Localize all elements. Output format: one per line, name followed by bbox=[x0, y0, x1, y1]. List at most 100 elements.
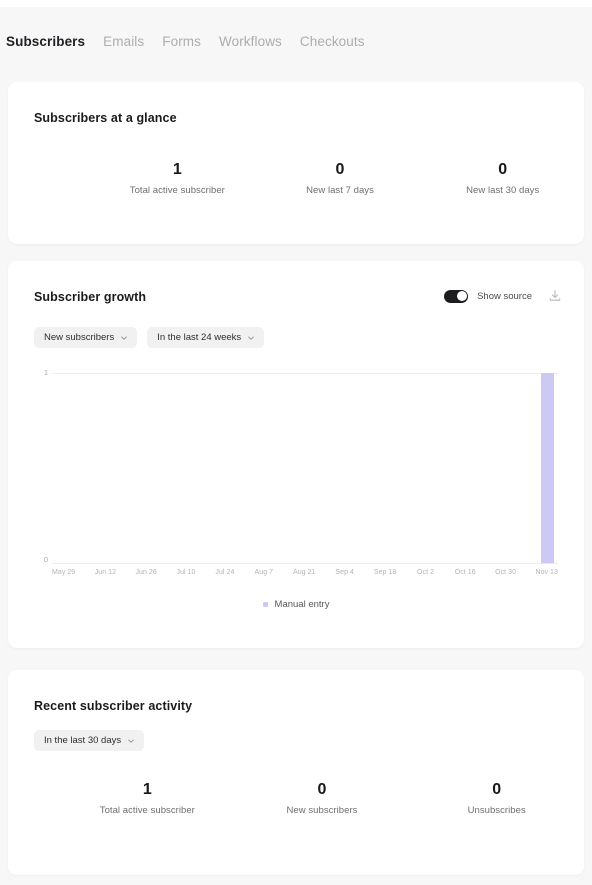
chart-x-tick bbox=[435, 569, 454, 576]
chart-bar-slot bbox=[517, 373, 537, 563]
chart-bar-slot bbox=[335, 373, 355, 563]
y-tick-max: 1 bbox=[43, 368, 48, 377]
card-title-recent: Recent subscriber activity bbox=[34, 699, 193, 713]
chart-x-tick: May 29 bbox=[52, 569, 76, 576]
filter-metric-label: New subscribers bbox=[44, 332, 115, 343]
chart-bar-slot bbox=[457, 373, 477, 563]
chart-bar-slot bbox=[538, 373, 558, 563]
stat-value: 0 bbox=[498, 161, 508, 178]
chart-legend: Manual entry bbox=[8, 599, 584, 610]
chart-x-tick bbox=[235, 569, 254, 576]
chart-bar-slot bbox=[376, 373, 396, 563]
recent-subscriber-activity-card: Recent subscriber activity In the last 3… bbox=[8, 670, 584, 875]
subscriber-growth-card: Subscriber growth Show source New subscr… bbox=[8, 261, 584, 648]
stat-value: 0 bbox=[335, 161, 345, 178]
chart-x-tick bbox=[516, 569, 535, 576]
chart-bar-slot bbox=[497, 373, 517, 563]
chart-bar-slot bbox=[436, 373, 456, 563]
chart-x-tick: Oct 2 bbox=[417, 569, 435, 576]
chart-x-tick: Nov 13 bbox=[535, 569, 558, 576]
recent-timerange-dropdown[interactable]: In the last 30 days bbox=[34, 730, 145, 751]
chart-bar-slot bbox=[234, 373, 254, 563]
chart-bar-slot bbox=[153, 373, 173, 563]
stat-new-last-30-days: 0 New last 30 days bbox=[421, 160, 584, 196]
stat-label: Total active subscriber bbox=[99, 805, 195, 816]
subscriber-growth-chart: 1 0 May 29 Jun 12 Jun 26 Jul 10 Jul 24 Aug 7 A… bbox=[34, 369, 558, 576]
y-tick-min: 0 bbox=[43, 555, 48, 564]
chart-x-tick: Jun 12 bbox=[94, 569, 117, 576]
chart-x-tick bbox=[316, 569, 335, 576]
card-title-growth: Subscriber growth bbox=[34, 290, 147, 304]
chart-x-tick bbox=[116, 569, 135, 576]
chart-plot-area bbox=[52, 373, 558, 564]
growth-header-controls: Show source bbox=[444, 289, 562, 303]
chart-bar-slot bbox=[194, 373, 214, 563]
chart-bar-slot bbox=[315, 373, 335, 563]
stat-new-subscribers: 0 New subscribers bbox=[235, 780, 410, 816]
stat-value: 1 bbox=[172, 161, 182, 178]
primary-tabs: Subscribers Emails Forms Workflows Check… bbox=[6, 33, 365, 51]
chart-bar-slot bbox=[92, 373, 112, 563]
chart-bar-slot bbox=[254, 373, 274, 563]
stat-value: 0 bbox=[492, 781, 502, 798]
card-title-glance: Subscribers at a glance bbox=[34, 111, 177, 125]
tab-checkouts[interactable]: Checkouts bbox=[300, 33, 365, 51]
stat-label: New subscribers bbox=[286, 805, 358, 816]
filter-metric-dropdown[interactable]: New subscribers bbox=[34, 327, 138, 348]
glance-stats-row: 1 Total active subscriber 0 New last 7 d… bbox=[8, 160, 584, 196]
subscribers-at-a-glance-card: Subscribers at a glance 1 Total active s… bbox=[8, 82, 584, 244]
stat-label: Total active subscriber bbox=[129, 185, 225, 196]
chart-x-tick bbox=[274, 569, 293, 576]
chart-x-tick bbox=[396, 569, 415, 576]
chart-x-tick bbox=[75, 569, 94, 576]
recent-stats-row: 1 Total active subscriber 0 New subscrib… bbox=[8, 780, 584, 816]
chart-bar-slot bbox=[416, 373, 436, 563]
stat-new-last-7-days: 0 New last 7 days bbox=[259, 160, 422, 196]
download-icon[interactable] bbox=[548, 289, 562, 303]
tab-forms[interactable]: Forms bbox=[162, 33, 201, 51]
filter-timerange-label: In the last 24 weeks bbox=[157, 332, 242, 343]
filter-timerange-dropdown[interactable]: In the last 24 weeks bbox=[147, 327, 265, 348]
chevron-down-icon bbox=[121, 336, 128, 340]
stat-unsubscribes: 0 Unsubscribes bbox=[409, 780, 584, 816]
chart-x-tick bbox=[196, 569, 215, 576]
dashboard-page: Subscribers Emails Forms Workflows Check… bbox=[0, 0, 592, 885]
recent-filters: In the last 30 days bbox=[34, 730, 145, 751]
chart-x-tick: Sep 4 bbox=[335, 569, 354, 576]
stat-value: 0 bbox=[317, 781, 327, 798]
chart-bar-slot bbox=[356, 373, 376, 563]
chart-x-tick: Aug 7 bbox=[254, 569, 274, 576]
chart-x-tick: Sep 18 bbox=[373, 569, 397, 576]
chart-bar[interactable] bbox=[541, 373, 555, 563]
show-source-toggle[interactable] bbox=[444, 289, 469, 303]
chevron-down-icon bbox=[248, 336, 255, 340]
legend-swatch-manual-entry bbox=[262, 602, 268, 607]
legend-label-manual-entry: Manual entry bbox=[274, 599, 330, 610]
stat-label: New last 7 days bbox=[306, 185, 374, 196]
chart-bar-slot bbox=[295, 373, 315, 563]
toggle-knob bbox=[456, 291, 467, 301]
chart-bars bbox=[52, 373, 558, 563]
chart-bar-slot bbox=[396, 373, 416, 563]
chevron-down-icon bbox=[128, 739, 134, 743]
stat-total-active-subscriber: 1 Total active subscriber bbox=[60, 780, 235, 816]
tab-subscribers[interactable]: Subscribers bbox=[6, 33, 85, 51]
chart-bar-slot bbox=[214, 373, 234, 563]
tab-emails[interactable]: Emails bbox=[103, 33, 144, 51]
chart-x-tick: Jun 26 bbox=[135, 569, 157, 576]
show-source-label: Show source bbox=[477, 290, 532, 302]
chart-x-tick bbox=[157, 569, 176, 576]
tab-workflows[interactable]: Workflows bbox=[219, 33, 282, 51]
stat-label: New last 30 days bbox=[466, 185, 540, 196]
chart-x-tick: Aug 21 bbox=[293, 569, 316, 576]
chart-bar-slot bbox=[52, 373, 72, 563]
chart-y-axis: 1 0 bbox=[34, 369, 48, 564]
growth-filters: New subscribers In the last 24 weeks bbox=[34, 327, 265, 348]
chart-bar-slot bbox=[275, 373, 295, 563]
chart-bar-slot bbox=[477, 373, 497, 563]
chart-bar-slot bbox=[113, 373, 133, 563]
chart-x-tick: Jul 10 bbox=[176, 569, 196, 576]
chart-bar-slot bbox=[133, 373, 153, 563]
stat-value: 1 bbox=[142, 781, 152, 798]
chart-x-axis: May 29 Jun 12 Jun 26 Jul 10 Jul 24 Aug 7 Aug 2… bbox=[52, 569, 558, 576]
